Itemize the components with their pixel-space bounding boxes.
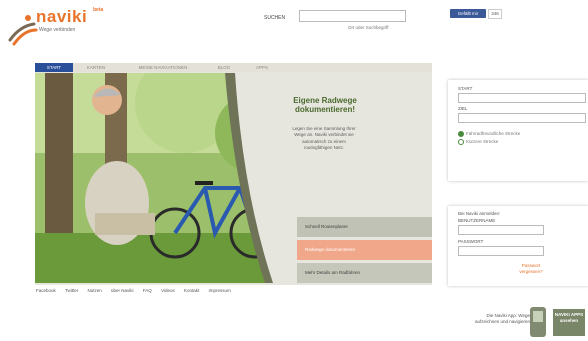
footer-link-faq[interactable]: FAQ — [143, 288, 152, 293]
logo-text: naviki — [36, 7, 88, 26]
ziel-input[interactable] — [458, 113, 586, 123]
username-input[interactable] — [458, 225, 544, 235]
app-promo-text: Die Naviki App: Wege aufzeichnen und nav… — [474, 313, 530, 324]
login-box: Bei Naviki anmelden: BENUTZERNAME PASSWO… — [448, 206, 588, 286]
footer-links: Facebook Twitter Nutzen über Naviki FAQ … — [36, 288, 239, 293]
details-radfahren-button[interactable]: Mehr Details am Radfahren — [297, 263, 432, 283]
search-input[interactable] — [299, 10, 406, 22]
option-fahrradfreundlich-label: Fahrradfreundliche Strecke — [466, 131, 521, 137]
facebook-like-count: 346 — [488, 9, 502, 19]
login-intro: Bei Naviki anmelden: — [458, 211, 501, 216]
search-label: SUCHEN — [264, 15, 286, 21]
tab-karten[interactable]: KARTEN — [77, 63, 115, 72]
phone-screen — [533, 311, 543, 322]
username-label: BENUTZERNAME — [458, 218, 496, 223]
radwege-dokumentieren-button[interactable]: Radwege dokumentieren — [297, 240, 432, 260]
routenplaner-button[interactable]: Schnell Routenplaner — [297, 217, 432, 237]
naviki-apps-badge[interactable]: NAVIKI APPS ansehen — [553, 309, 585, 336]
main-nav: START KARTEN MEINE NAVIGATIONEN BLOG APP… — [35, 63, 432, 72]
radio-icon — [458, 139, 464, 145]
ziel-label: ZIEL — [458, 106, 468, 111]
tab-start[interactable]: START — [35, 63, 73, 72]
footer-link-kontakt[interactable]: Kontakt — [184, 288, 199, 293]
forgot-password-link[interactable]: Passwort vergessen? — [511, 263, 551, 275]
tab-meine-navigationen[interactable]: MEINE NAVIGATIONEN — [123, 63, 203, 72]
password-input[interactable] — [458, 246, 544, 256]
start-label: START — [458, 86, 473, 91]
radio-selected-icon — [458, 131, 464, 137]
logo-beta-badge: beta — [93, 7, 104, 13]
hero-photo — [35, 73, 297, 283]
hero-text: Legen Sie eine Sammlung Ihrer Wege an. N… — [292, 126, 356, 150]
facebook-like-button[interactable]: Gefällt mir — [450, 9, 486, 18]
tab-blog[interactable]: BLOG — [209, 63, 239, 72]
footer-link-twitter[interactable]: Twitter — [65, 288, 78, 293]
password-label: PASSWORT — [458, 239, 484, 244]
hero-title: Eigene Radwege dokumentieren! — [293, 96, 357, 114]
search-hint-link[interactable]: Ort oder Suchbegriff — [348, 25, 388, 30]
start-input[interactable] — [458, 93, 586, 103]
footer-link-nutzen[interactable]: Nutzen — [87, 288, 101, 293]
option-fahrradfreundlich[interactable]: Fahrradfreundliche Strecke — [458, 131, 520, 137]
route-form-box: START ZIEL Fahrradfreundliche Strecke Kü… — [448, 80, 588, 181]
footer-link-videos[interactable]: Videos — [161, 288, 175, 293]
smartphone-icon — [530, 307, 546, 337]
footer-link-impressum[interactable]: Impressum — [209, 288, 231, 293]
footer-link-facebook[interactable]: Facebook — [36, 288, 56, 293]
logo-slogan: Wege verbinden — [39, 27, 76, 33]
footer-link-ueber[interactable]: über Naviki — [111, 288, 134, 293]
option-kuerzere[interactable]: Kürzere Strecke — [458, 139, 498, 145]
option-kuerzere-label: Kürzere Strecke — [466, 139, 499, 145]
tab-apps[interactable]: APPS — [247, 63, 277, 72]
